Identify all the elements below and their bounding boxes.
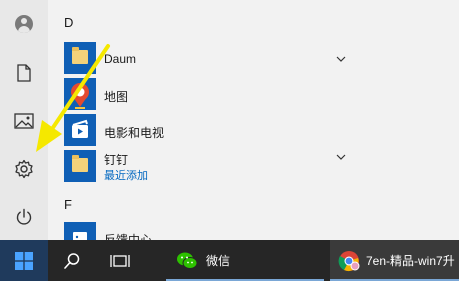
taskbar-app-wechat[interactable]: 微信 bbox=[166, 240, 324, 281]
movies-tv-icon bbox=[72, 119, 88, 138]
movies-tv-tile bbox=[64, 114, 96, 146]
settings-button[interactable] bbox=[0, 145, 48, 193]
feedback-hub-tile bbox=[64, 222, 96, 240]
task-view-button[interactable] bbox=[96, 240, 144, 281]
documents-button[interactable] bbox=[0, 49, 48, 97]
app-item-daum[interactable]: Daum bbox=[48, 40, 346, 76]
section-letter-f[interactable]: F bbox=[64, 197, 72, 212]
chevron-down-icon[interactable] bbox=[336, 152, 346, 162]
start-menu: D Daum 地图 电影和电视 钉钉 最近添加 F 反馈中心 bbox=[0, 0, 459, 240]
map-pin-icon bbox=[71, 83, 89, 109]
chevron-down-icon[interactable] bbox=[336, 54, 346, 64]
windows-logo-icon bbox=[15, 251, 33, 270]
app-list: D Daum 地图 电影和电视 钉钉 最近添加 F 反馈中心 bbox=[48, 0, 459, 240]
app-name: 电影和电视 bbox=[104, 126, 165, 140]
app-name: Daum bbox=[104, 52, 137, 66]
folder-icon bbox=[72, 155, 88, 172]
dingtalk-tile bbox=[64, 150, 96, 182]
section-letter-d[interactable]: D bbox=[64, 15, 73, 30]
app-item-movies-tv[interactable]: 电影和电视 bbox=[48, 112, 308, 148]
taskbar-app-browser[interactable]: 7en-精品-win7升 bbox=[330, 240, 459, 281]
start-button[interactable] bbox=[0, 240, 48, 281]
maps-tile bbox=[64, 78, 96, 110]
chrome-icon bbox=[338, 250, 360, 271]
recently-added-label: 最近添加 bbox=[104, 170, 148, 182]
taskbar-app-label: 7en-精品-win7升 bbox=[366, 254, 455, 268]
app-name: 反馈中心 bbox=[104, 233, 153, 240]
app-name: 地图 bbox=[104, 90, 129, 104]
user-icon bbox=[15, 15, 33, 33]
pictures-button[interactable] bbox=[0, 97, 48, 145]
app-name: 钉钉 bbox=[104, 153, 129, 167]
user-account-button[interactable] bbox=[0, 0, 48, 48]
app-item-maps[interactable]: 地图 bbox=[48, 76, 308, 112]
app-item-dingtalk[interactable]: 钉钉 最近添加 bbox=[48, 148, 346, 184]
search-icon bbox=[64, 252, 80, 269]
taskbar-app-label: 微信 bbox=[206, 254, 231, 268]
start-rail bbox=[0, 0, 48, 240]
documents-icon bbox=[17, 64, 31, 82]
power-icon bbox=[16, 208, 32, 225]
power-button[interactable] bbox=[0, 193, 48, 240]
folder-icon bbox=[72, 47, 88, 64]
search-button[interactable] bbox=[48, 240, 96, 281]
wechat-icon bbox=[177, 252, 198, 269]
taskbar: 微信 7en-精品-win7升 bbox=[0, 240, 459, 281]
pictures-icon bbox=[14, 113, 34, 129]
daum-tile bbox=[64, 42, 96, 74]
feedback-hub-icon bbox=[73, 232, 87, 240]
settings-icon bbox=[15, 159, 33, 179]
task-view-icon bbox=[110, 254, 130, 267]
app-item-feedback-hub[interactable]: 反馈中心 bbox=[48, 220, 308, 240]
